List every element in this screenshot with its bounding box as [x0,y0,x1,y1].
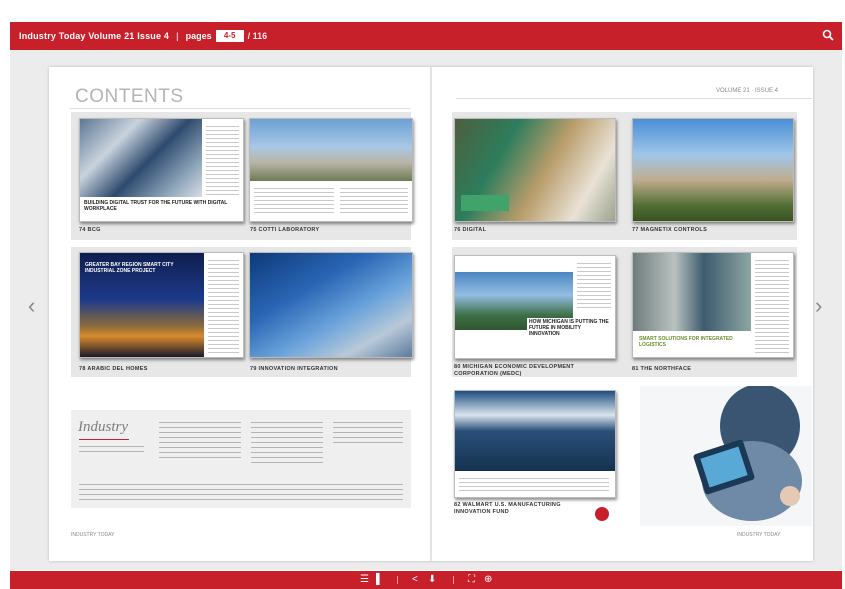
page-number: 77 [632,227,639,233]
masthead-logo: Industry [78,419,128,435]
page-badge-icon [595,507,609,521]
contents-thumbnail[interactable] [454,390,616,498]
contents-caption[interactable]: 77 MAGNETIX CONTROLS [632,227,707,233]
article-image [455,391,615,471]
article-image [633,253,751,331]
article-image [80,119,202,197]
divider [453,576,454,584]
divider [456,98,812,99]
contents-caption[interactable]: 79 INNOVATION INTEGRATION [250,366,338,372]
contents-caption[interactable]: 75 COTTI LABORATORY [250,227,319,233]
page-number: 78 [79,366,86,372]
article-text [254,185,334,215]
total-pages: / 116 [247,31,268,41]
zoom-icon[interactable]: ⊕ [484,574,492,585]
contents-thumbnail[interactable] [249,118,413,222]
article-text [208,257,239,353]
cover-photo-art [640,386,812,526]
contents-caption[interactable]: 82 WALMART U.S. MANUFACTURING INNOVATION… [454,502,594,516]
article-title: MAGNETIX CONTROLS [640,227,708,233]
article-title: ARABIC DEL HOMES [87,366,148,372]
contents-thumbnail[interactable] [454,118,616,222]
fullscreen-icon[interactable]: ⛶ [468,574,475,585]
divider [70,108,410,109]
article-title: INNOVATION INTEGRATION [258,366,338,372]
article-title: WALMART U.S. MANUFACTURING INNOVATION FU… [454,502,561,515]
cover-photo [640,386,812,526]
contents-title: CONTENTS [75,86,184,107]
search-icon[interactable] [822,29,834,41]
contents-thumbnail[interactable]: HOW MICHIGAN IS PUTTING THE FUTURE IN MO… [454,255,616,359]
article-text [206,123,239,195]
article-text [459,475,609,493]
page-number: 82 [454,502,461,508]
article-text [340,185,408,215]
article-headline: BUILDING DIGITAL TRUST FOR THE FUTURE WI… [82,199,236,213]
contents-caption[interactable]: 76 DIGITAL [454,227,486,233]
page-number: 80 [454,364,461,370]
contents-thumbnail[interactable]: BUILDING DIGITAL TRUST FOR THE FUTURE WI… [79,118,244,222]
divider [79,439,129,440]
table-of-contents-icon[interactable]: ☰ [360,574,369,585]
page-number: 81 [632,366,639,372]
article-title: DIGITAL [462,227,487,233]
article-text [755,257,789,353]
article-title: BCG [87,227,101,233]
divider [397,576,398,584]
page-number: 75 [250,227,257,233]
article-headline: GREATER BAY REGION SMART CITY INDUSTRIAL… [85,262,174,274]
masthead-text [333,418,403,444]
chevron-left-icon[interactable]: ‹ [28,295,42,319]
contents-caption[interactable]: 81 THE NORTHFACE [632,366,691,372]
page-number: 76 [454,227,461,233]
download-icon[interactable]: ⬇ [428,574,436,585]
contents-caption[interactable]: 74 BCG [79,227,101,233]
masthead-text [79,480,403,500]
top-toolbar: Industry Today Volume 21 Issue 4 | pages… [10,22,842,50]
spread-gutter [430,67,432,561]
article-title: THE NORTHFACE [640,366,692,372]
article-title: MICHIGAN ECONOMIC DEVELOPMENT CORPORATIO… [454,364,575,377]
masthead-text [251,418,323,466]
bookmark-icon[interactable]: ▌ [376,574,383,585]
bottom-toolbar: ☰ ▌ < ⬇ ⛶ ⊕ [10,571,842,589]
article-title: COTTI LABORATORY [258,227,320,233]
toolbar-separator: | [176,31,179,41]
masthead-text [159,418,241,462]
contents-thumbnail[interactable]: SMART SOLUTIONS FOR INTEGRATED LOGISTICS [632,252,794,358]
page-number: 74 [79,227,86,233]
share-icon[interactable]: < [412,574,418,585]
contents-thumbnail[interactable] [249,252,413,358]
chevron-right-icon[interactable]: › [815,295,829,319]
footer-text: INDUSTRY TODAY [737,532,781,538]
article-image [250,119,412,181]
footer-text: INDUSTRY TODAY [71,532,115,538]
article-image [633,119,793,221]
page-number: 79 [250,366,257,372]
contents-thumbnail[interactable]: GREATER BAY REGION SMART CITY INDUSTRIAL… [79,252,244,358]
masthead-text [79,442,144,452]
publication-title: Industry Today Volume 21 Issue 4 [19,31,170,41]
article-headline: HOW MICHIGAN IS PUTTING THE FUTURE IN MO… [527,318,611,338]
page-number-input[interactable] [215,30,244,42]
article-image [250,253,412,357]
contents-thumbnail[interactable] [632,118,794,222]
pages-label: pages [185,31,212,41]
issue-info: VOLUME 21 · ISSUE 4 [716,88,779,94]
contents-caption[interactable]: 78 ARABIC DEL HOMES [79,366,148,372]
article-headline: SMART SOLUTIONS FOR INTEGRATED LOGISTICS [637,335,751,349]
article-text [577,260,611,310]
contents-caption[interactable]: 80 MICHIGAN ECONOMIC DEVELOPMENT CORPORA… [454,364,604,378]
masthead-box: Industry [71,410,411,508]
article-image [461,195,509,211]
